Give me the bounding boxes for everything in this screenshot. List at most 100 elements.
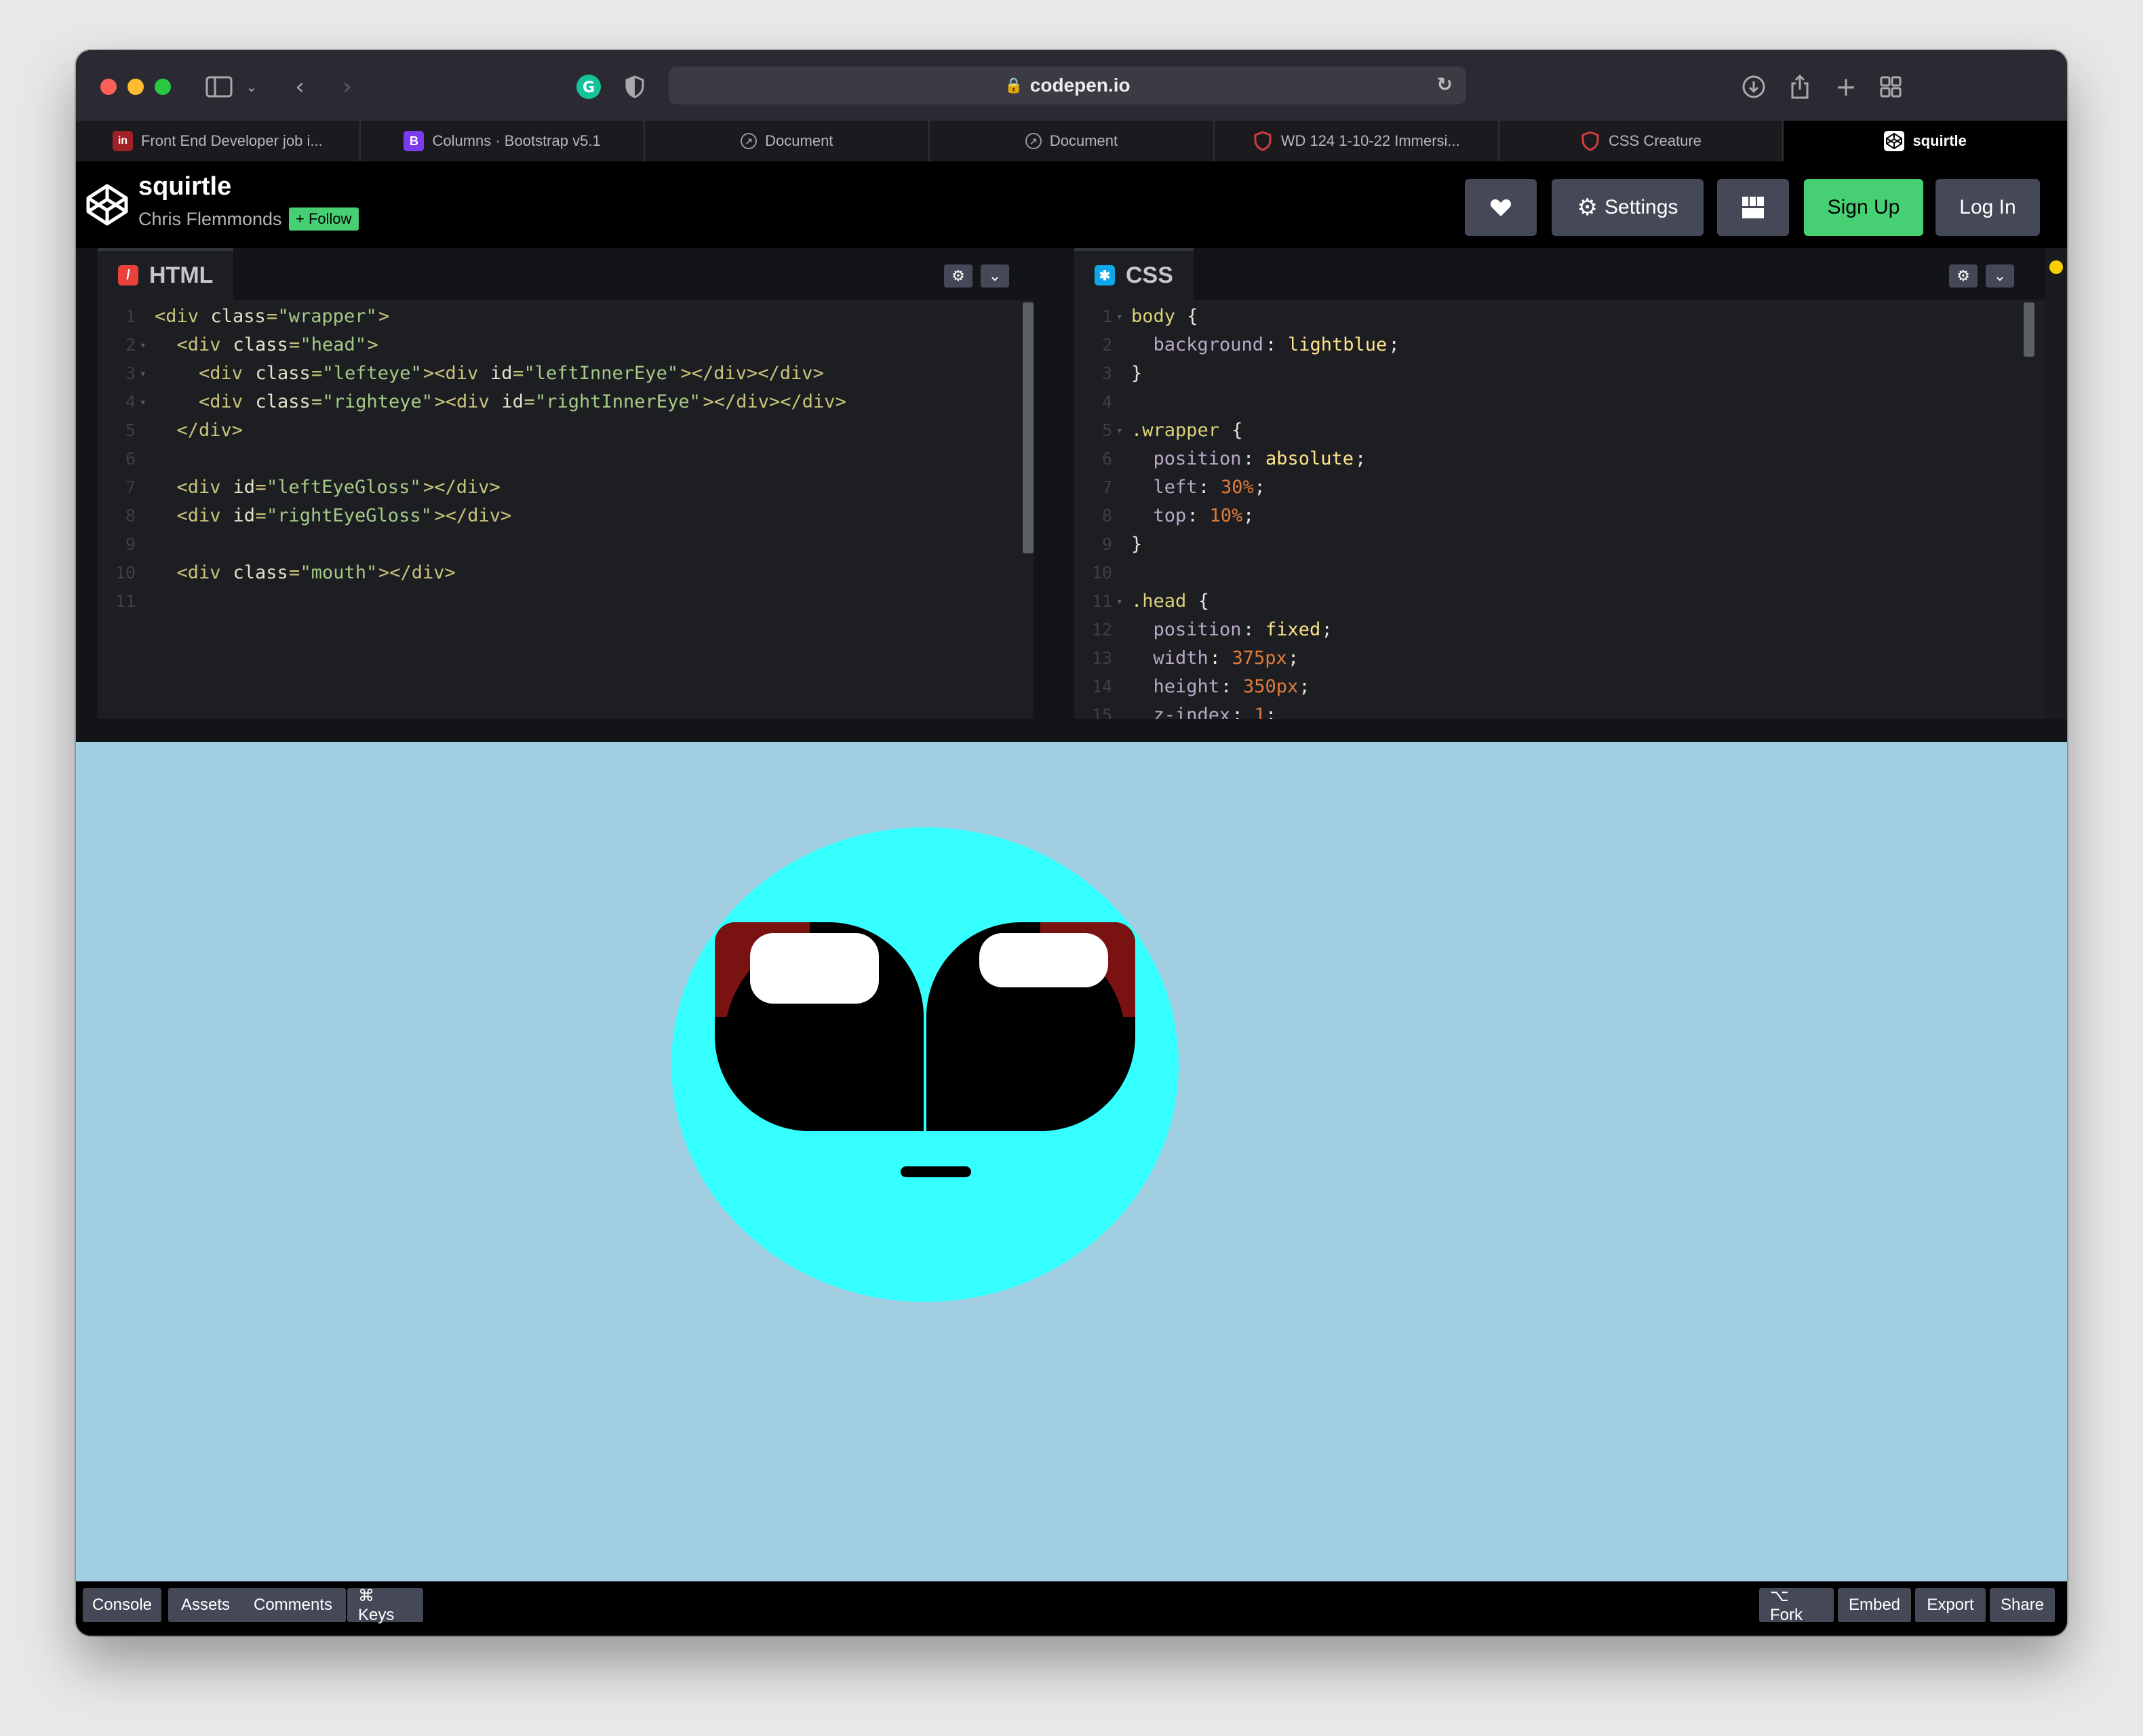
download-icon[interactable] <box>1737 71 1770 103</box>
forward-arrow-icon[interactable]: › <box>334 71 361 103</box>
code-token: height <box>1131 676 1220 697</box>
log-in-button[interactable]: Log In <box>1935 179 2040 236</box>
editor-preview-resizer[interactable] <box>76 719 2067 742</box>
settings-button[interactable]: ⚙ Settings <box>1552 179 1704 236</box>
codepen-logo-icon[interactable] <box>85 183 129 226</box>
code-token: ; <box>1243 505 1255 526</box>
line-number: 5 <box>1101 420 1112 440</box>
fork-button[interactable]: ⌥ Fork <box>1759 1587 1834 1624</box>
fold-arrow-icon[interactable]: ▾ <box>1116 416 1123 445</box>
pen-title[interactable]: squirtle <box>138 172 231 201</box>
css-code-editor[interactable]: 1 ▾ body {2 background: lightblue; 3} 4 5 ▾ .wr… <box>1074 300 2045 726</box>
code-token: 10% <box>1209 505 1243 526</box>
tab-label: Document <box>765 132 833 149</box>
code-token: : <box>1243 448 1265 469</box>
code-token: <div <box>155 334 232 355</box>
code-token: <div <box>155 505 232 526</box>
browser-tab-wd124[interactable]: WD 124 1-10-22 Immersi... <box>1215 121 1499 161</box>
line-number: 12 <box>1091 620 1112 639</box>
codepen-header: squirtle Chris Flemmonds + Follow ⚙ Sett… <box>76 161 2067 248</box>
pen-author[interactable]: Chris Flemmonds <box>138 209 282 230</box>
tab-label: Front End Developer job i... <box>140 132 323 149</box>
fold-arrow-icon[interactable]: ▾ <box>1116 302 1123 331</box>
creature-right-eye-gloss <box>979 933 1108 987</box>
code-token: class <box>255 391 311 412</box>
html-editor-scrollbar[interactable] <box>1023 302 1034 553</box>
assets-button[interactable]: Assets <box>168 1588 243 1622</box>
shield-icon[interactable] <box>620 71 650 103</box>
html-code-editor[interactable]: 1 <div class = "wrapper" >2 ▾ <div class = "hea… <box>98 300 1034 719</box>
change-view-button[interactable] <box>1717 179 1789 236</box>
css-icon: ✱ <box>1095 265 1115 285</box>
reload-icon[interactable]: ↻ <box>1437 73 1453 96</box>
fold-arrow-icon[interactable]: ▾ <box>1116 587 1123 616</box>
css-collapse-chevron-icon[interactable]: ⌄ <box>1986 264 2014 288</box>
console-button[interactable]: Console <box>83 1588 161 1622</box>
code-token: .head <box>1131 591 1187 612</box>
creature-mouth <box>901 1166 971 1177</box>
css-tab[interactable]: ✱ CSS <box>1074 248 1194 300</box>
browser-tab-document-2[interactable]: ↗ Document <box>930 121 1215 161</box>
code-token: : <box>1198 477 1221 498</box>
code-token: <div <box>155 363 254 384</box>
code-token: ><div <box>434 391 501 412</box>
gear-icon: ⚙ <box>1577 194 1598 221</box>
grammarly-extension-icon[interactable]: G <box>572 71 605 103</box>
code-token: > <box>367 334 378 355</box>
code-token: } <box>1131 534 1143 555</box>
minimize-window-button[interactable] <box>127 79 144 95</box>
js-panel-collapsed[interactable] <box>2045 248 2067 719</box>
line-number: 4 <box>1101 392 1112 412</box>
code-token: class <box>210 306 266 327</box>
sidebar-toggle-icon[interactable] <box>203 71 235 103</box>
code-token: class <box>233 334 288 355</box>
fold-arrow-icon[interactable]: ▾ <box>140 331 146 359</box>
zoom-window-button[interactable] <box>155 79 171 95</box>
html-tab[interactable]: / HTML <box>98 248 234 300</box>
new-tab-icon[interactable]: + <box>1830 71 1862 103</box>
css-editor-scrollbar[interactable] <box>2024 302 2034 357</box>
code-token: class <box>255 363 311 384</box>
settings-label: Settings <box>1605 196 1678 218</box>
share-button[interactable]: Share <box>1990 1588 2055 1622</box>
compass-icon: ↗ <box>1025 133 1042 149</box>
embed-button[interactable]: Embed <box>1838 1588 1911 1622</box>
browser-tab-squirtle[interactable]: squirtle <box>1784 121 2067 161</box>
export-button[interactable]: Export <box>1915 1588 1986 1622</box>
chevron-down-icon[interactable]: ⌄ <box>243 71 260 103</box>
browser-tab-indeed[interactable]: in Front End Developer job i... <box>76 121 361 161</box>
close-window-button[interactable] <box>100 79 117 95</box>
comments-button[interactable]: Comments <box>240 1588 346 1622</box>
code-token: "rightEyeGloss" <box>267 505 432 526</box>
code-token: id <box>233 477 256 498</box>
heart-button[interactable] <box>1465 179 1537 236</box>
line-number: 10 <box>1091 563 1112 583</box>
browser-tab-bar: in Front End Developer job i... B Column… <box>76 121 2067 161</box>
lock-icon: 🔒 <box>1004 77 1023 94</box>
code-token: ></div> <box>423 477 500 498</box>
svg-text:G: G <box>583 79 595 96</box>
line-number: 9 <box>125 534 136 554</box>
code-token: ; <box>1288 648 1299 669</box>
browser-tab-document-1[interactable]: ↗ Document <box>645 121 930 161</box>
browser-tab-bootstrap[interactable]: B Columns · Bootstrap v5.1 <box>361 121 646 161</box>
sign-up-button[interactable]: Sign Up <box>1804 179 1923 236</box>
html-settings-gear-icon[interactable]: ⚙ <box>944 264 972 288</box>
back-arrow-icon[interactable]: ‹ <box>286 71 313 103</box>
fold-arrow-icon[interactable]: ▾ <box>140 359 146 388</box>
keys-button[interactable]: ⌘ Keys <box>347 1587 423 1624</box>
follow-button[interactable]: + Follow <box>289 208 359 231</box>
line-number: 2 <box>1101 335 1112 355</box>
code-token: ></div></div> <box>680 363 824 384</box>
browser-tab-css-creature[interactable]: CSS Creature <box>1499 121 1784 161</box>
line-number: 8 <box>125 506 136 526</box>
address-bar[interactable]: 🔒 codepen.io ↻ <box>669 66 1466 104</box>
fold-arrow-icon[interactable]: ▾ <box>140 388 146 416</box>
code-token: 350px <box>1243 676 1299 697</box>
css-settings-gear-icon[interactable]: ⚙ <box>1949 264 1978 288</box>
css-panel-header: ✱ CSS ⚙ ⌄ <box>1074 248 2045 300</box>
html-collapse-chevron-icon[interactable]: ⌄ <box>981 264 1009 288</box>
code-token: 375px <box>1232 648 1287 669</box>
share-icon[interactable] <box>1784 71 1816 103</box>
tab-overview-icon[interactable] <box>1874 71 1907 103</box>
